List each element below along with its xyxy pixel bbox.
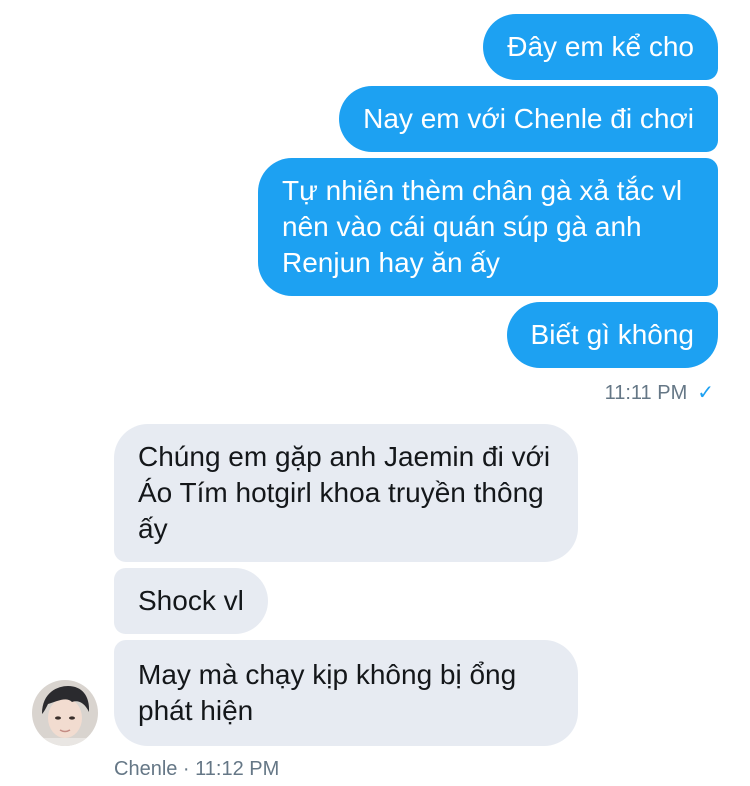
incoming-message-bubble[interactable]: Chúng em gặp anh Jaemin đi với Áo Tím ho… [114, 424, 578, 562]
message-text: Biết gì không [530, 319, 694, 350]
outgoing-message-bubble[interactable]: Biết gì không [506, 302, 718, 368]
message-text: Nay em với Chenle đi chơi [363, 103, 694, 134]
outgoing-message-bubble[interactable]: Nay em với Chenle đi chơi [339, 86, 718, 152]
message-text: May mà chạy kịp không bị ổng phát hiện [138, 659, 517, 726]
message-timestamp: 11:11 PM [604, 382, 688, 404]
user-avatar[interactable] [32, 680, 98, 746]
message-text: Chúng em gặp anh Jaemin đi với Áo Tím ho… [138, 441, 551, 544]
checkmark-icon: ✓ [697, 382, 714, 404]
avatar-photo-icon [32, 680, 98, 746]
message-text: Đây em kể cho [507, 31, 694, 62]
outgoing-message-bubble[interactable]: Tự nhiên thèm chân gà xả tắc vl nên vào … [258, 158, 718, 296]
message-text: Tự nhiên thèm chân gà xả tắc vl nên vào … [282, 175, 683, 278]
outgoing-message-meta: 11:11 PM ✓ [605, 380, 714, 405]
message-text: Shock vl [138, 585, 244, 616]
incoming-message-bubble[interactable]: Shock vl [114, 568, 268, 634]
conversation-thread: Đây em kể cho Nay em với Chenle đi chơi … [0, 0, 750, 786]
outgoing-message-bubble[interactable]: Đây em kể cho [483, 14, 718, 80]
sender-and-timestamp: Chenle · 11:12 PM [114, 758, 280, 780]
incoming-message-meta: Chenle · 11:12 PM [114, 758, 279, 781]
incoming-message-bubble[interactable]: May mà chạy kịp không bị ổng phát hiện [114, 640, 578, 746]
